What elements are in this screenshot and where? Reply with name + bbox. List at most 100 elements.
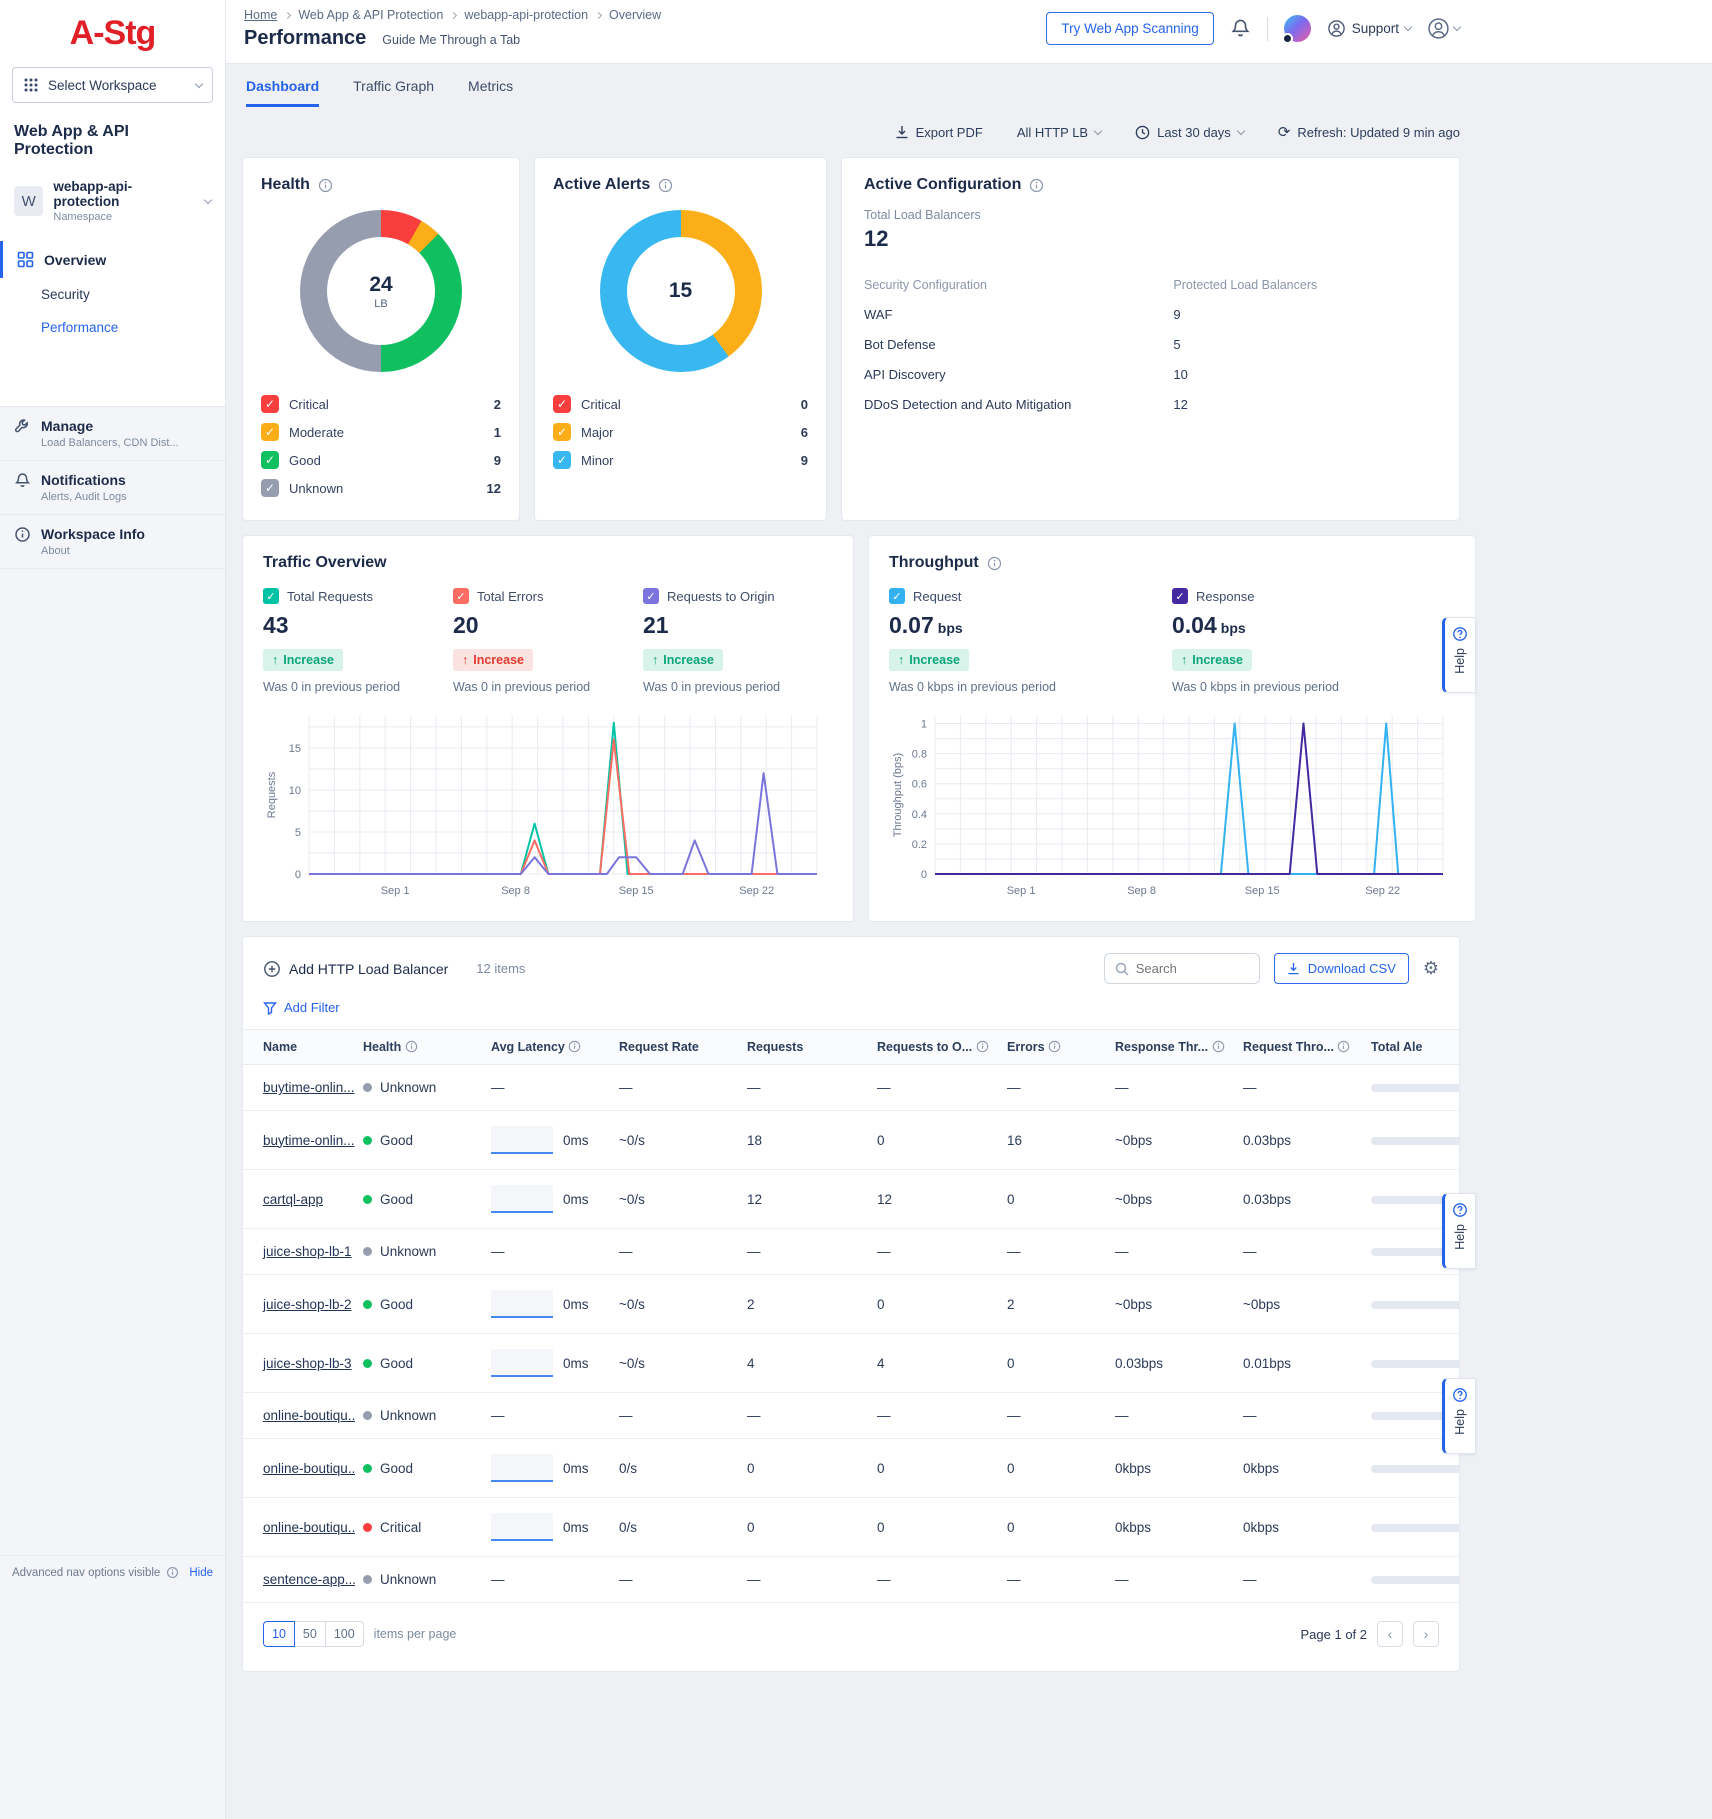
table-row[interactable]: juice-shop-lb-1 Unknown — — — — — — — — [243, 1229, 1459, 1275]
svg-text:Sep 1: Sep 1 — [1007, 885, 1036, 897]
legend-checkbox[interactable]: ✓ — [553, 423, 571, 441]
lb-name-link[interactable]: online-boutiqu... — [263, 1461, 355, 1476]
lb-filter-dropdown[interactable]: All HTTP LB — [1017, 125, 1101, 140]
sidebar-item-security[interactable]: Security — [0, 278, 225, 311]
namespace-selector[interactable]: W webapp-api-protection Namespace — [0, 173, 225, 241]
add-http-lb-button[interactable]: Add HTTP Load Balancer — [263, 960, 448, 978]
prev-page-button[interactable]: ‹ — [1377, 1621, 1403, 1647]
help-tab[interactable]: Help — [1442, 1378, 1476, 1454]
try-web-app-scanning-button[interactable]: Try Web App Scanning — [1046, 12, 1213, 45]
legend-checkbox[interactable]: ✓ — [261, 395, 279, 413]
health-dot — [363, 1247, 372, 1256]
legend-value: 9 — [494, 453, 501, 468]
sidebar-item-workspace-info[interactable]: Workspace Info About — [0, 515, 225, 569]
column-header[interactable]: Name — [243, 1030, 355, 1065]
lb-name-link[interactable]: buytime-onlin... — [263, 1080, 355, 1095]
series-checkbox[interactable]: ✓ — [643, 588, 659, 604]
breadcrumb-item[interactable]: Web App & API Protection — [298, 8, 443, 22]
column-header[interactable]: Response Thr... — [1107, 1030, 1235, 1065]
tab-traffic-graph[interactable]: Traffic Graph — [353, 78, 434, 107]
breadcrumb-home[interactable]: Home — [244, 8, 277, 22]
table-row[interactable]: online-boutiqu... Good 0ms 0/s 0 0 0 0kb… — [243, 1439, 1459, 1498]
column-header[interactable]: Errors — [999, 1030, 1107, 1065]
series-checkbox[interactable]: ✓ — [263, 588, 279, 604]
info-icon[interactable] — [318, 178, 333, 193]
help-tab[interactable]: Help — [1442, 617, 1476, 693]
alerts-donut-chart[interactable]: 15 — [600, 210, 762, 372]
breadcrumb-item[interactable]: Overview — [609, 8, 661, 22]
time-range-dropdown[interactable]: Last 30 days — [1135, 125, 1244, 140]
lb-name-link[interactable]: juice-shop-lb-1 — [263, 1244, 352, 1259]
tab-dashboard[interactable]: Dashboard — [246, 78, 319, 107]
tab-metrics[interactable]: Metrics — [468, 78, 513, 107]
lb-name-link[interactable]: cartql-app — [263, 1192, 323, 1207]
sidebar-item-notifications[interactable]: Notifications Alerts, Audit Logs — [0, 461, 225, 515]
support-menu[interactable]: Support — [1327, 19, 1411, 38]
stat-value: 0.04bps — [1172, 612, 1455, 639]
page-size-option[interactable]: 100 — [325, 1621, 364, 1647]
avatar[interactable] — [1284, 15, 1311, 42]
notification-bell-icon[interactable] — [1230, 18, 1251, 39]
column-header[interactable]: Total Ale — [1363, 1030, 1459, 1065]
series-checkbox[interactable]: ✓ — [453, 588, 469, 604]
throughput-line-chart[interactable]: 00.20.40.60.81Sep 1Sep 8Sep 15Sep 22Thro… — [889, 708, 1455, 903]
column-header[interactable]: Requests to O... — [869, 1030, 999, 1065]
page-size-option[interactable]: 50 — [294, 1621, 326, 1647]
series-checkbox[interactable]: ✓ — [889, 588, 905, 604]
table-row[interactable]: juice-shop-lb-2 Good 0ms ~0/s 2 0 2 ~0bp… — [243, 1275, 1459, 1334]
download-csv-button[interactable]: Download CSV — [1274, 953, 1409, 984]
lb-name-link[interactable]: juice-shop-lb-3 — [263, 1356, 352, 1371]
page-info: Page 1 of 2 — [1301, 1627, 1368, 1642]
table-row[interactable]: online-boutiqu... Critical 0ms 0/s 0 0 0… — [243, 1498, 1459, 1557]
guide-me-link[interactable]: Guide Me Through a Tab — [382, 33, 520, 47]
latency-sparkline — [491, 1126, 553, 1154]
search-input[interactable] — [1136, 961, 1246, 976]
svg-text:Sep 8: Sep 8 — [1127, 885, 1156, 897]
table-row[interactable]: online-boutiqu... Unknown — — — — — — — — [243, 1393, 1459, 1439]
table-row[interactable]: cartql-app Good 0ms ~0/s 12 12 0 ~0bps 0… — [243, 1170, 1459, 1229]
lb-name-link[interactable]: buytime-onlin... — [263, 1133, 355, 1148]
add-filter-button[interactable]: Add Filter — [243, 988, 1459, 1029]
legend-value: 0 — [801, 397, 808, 412]
account-menu[interactable] — [1427, 17, 1460, 40]
workspace-selector[interactable]: Select Workspace — [12, 67, 213, 103]
column-header[interactable]: Health — [355, 1030, 483, 1065]
page-size-option[interactable]: 10 — [263, 1621, 295, 1647]
info-icon[interactable] — [987, 556, 1002, 571]
traffic-line-chart[interactable]: 051015Sep 1Sep 8Sep 15Sep 22Requests — [263, 708, 833, 903]
lb-name-link[interactable]: sentence-app... — [263, 1572, 355, 1587]
refresh-button[interactable]: ⟳ Refresh: Updated 9 min ago — [1278, 123, 1460, 141]
items-per-page-label: items per page — [374, 1627, 457, 1641]
series-checkbox[interactable]: ✓ — [1172, 588, 1188, 604]
table-row[interactable]: buytime-onlin... Good 0ms ~0/s 18 0 16 ~… — [243, 1111, 1459, 1170]
column-header[interactable]: Request Thro... — [1235, 1030, 1363, 1065]
sidebar-item-manage[interactable]: Manage Load Balancers, CDN Dist... — [0, 407, 225, 461]
sidebar-item-overview[interactable]: Overview — [0, 241, 225, 278]
table-row[interactable]: sentence-app... Unknown — — — — — — — — [243, 1557, 1459, 1603]
column-header[interactable]: Requests — [739, 1030, 869, 1065]
lb-name-link[interactable]: juice-shop-lb-2 — [263, 1297, 352, 1312]
next-page-button[interactable]: › — [1413, 1621, 1439, 1647]
legend-checkbox[interactable]: ✓ — [553, 451, 571, 469]
lb-name-link[interactable]: online-boutiqu... — [263, 1408, 355, 1423]
gear-icon[interactable]: ⚙ — [1423, 958, 1439, 979]
hide-nav-link[interactable]: Hide — [189, 1567, 213, 1579]
table-row[interactable]: juice-shop-lb-3 Good 0ms ~0/s 4 4 0 0.03… — [243, 1334, 1459, 1393]
column-header[interactable]: Request Rate — [611, 1030, 739, 1065]
info-icon[interactable] — [1029, 178, 1044, 193]
lb-name-link[interactable]: online-boutiqu... — [263, 1520, 355, 1535]
sidebar-item-performance[interactable]: Performance — [0, 311, 225, 344]
info-icon[interactable] — [658, 178, 673, 193]
legend-checkbox[interactable]: ✓ — [261, 423, 279, 441]
search-box[interactable] — [1104, 953, 1260, 984]
health-donut-chart[interactable]: 24 LB — [300, 210, 462, 372]
export-pdf-button[interactable]: Export PDF — [895, 125, 983, 140]
column-header[interactable]: Avg Latency — [483, 1030, 611, 1065]
legend-checkbox[interactable]: ✓ — [261, 479, 279, 497]
help-tab[interactable]: Help — [1442, 1193, 1476, 1269]
legend-checkbox[interactable]: ✓ — [261, 451, 279, 469]
breadcrumb-item[interactable]: webapp-api-protection — [464, 8, 588, 22]
legend-checkbox[interactable]: ✓ — [553, 395, 571, 413]
table-row[interactable]: buytime-onlin... Unknown — — — — — — — — [243, 1065, 1459, 1111]
table-scroll-area[interactable]: NameHealth Avg Latency Request RateReque… — [243, 1029, 1459, 1603]
